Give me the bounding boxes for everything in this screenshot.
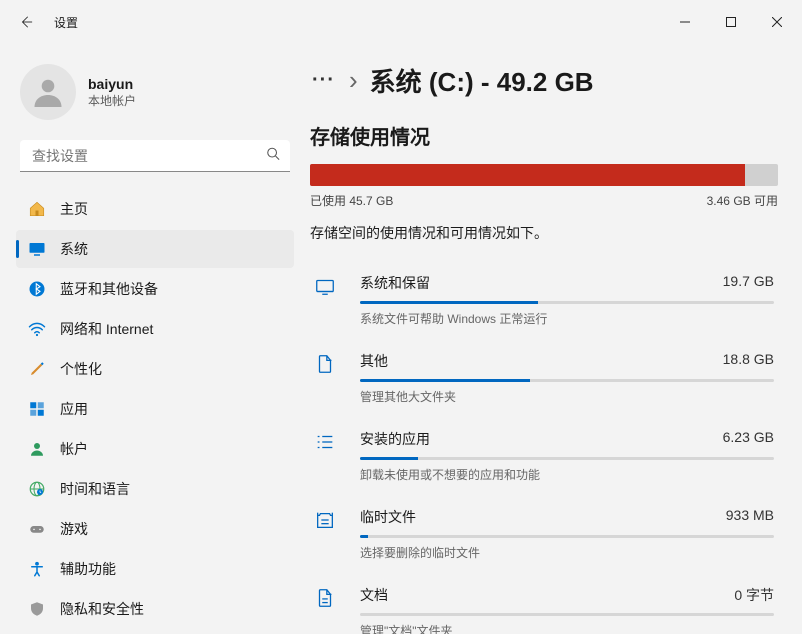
category-list: 系统和保留 19.7 GB 系统文件可帮助 Windows 正常运行其他 18.8 G…: [310, 261, 778, 634]
nav-label: 网络和 Internet: [60, 319, 153, 339]
nav-list: 主页 系统 蓝牙和其他设备 网络和 Internet 个性化 应用: [4, 188, 306, 634]
back-button[interactable]: [6, 2, 46, 42]
category-name: 系统和保留: [360, 273, 430, 293]
sidebar-item-privacy[interactable]: 隐私和安全性: [16, 590, 294, 628]
trash-icon: [314, 507, 342, 561]
close-button[interactable]: [754, 6, 800, 38]
search-icon: [266, 147, 280, 166]
usage-labels: 已使用 45.7 GB 3.46 GB 可用: [310, 192, 778, 209]
storage-category-item[interactable]: 文档 0 字节管理"文档"文件夹: [310, 573, 778, 634]
category-size: 18.8 GB: [723, 351, 774, 371]
category-size: 6.23 GB: [723, 429, 774, 449]
sidebar-item-time-language[interactable]: 时间和语言: [16, 470, 294, 508]
storage-category-item[interactable]: 安装的应用 6.23 GB 卸载未使用或不想要的应用和功能: [310, 417, 778, 495]
storage-category-item[interactable]: 系统和保留 19.7 GB 系统文件可帮助 Windows 正常运行: [310, 261, 778, 339]
category-size: 933 MB: [726, 507, 774, 527]
document-icon: [314, 585, 342, 634]
bluetooth-icon: [28, 280, 46, 298]
sidebar-item-bluetooth[interactable]: 蓝牙和其他设备: [16, 270, 294, 308]
sidebar-item-accounts[interactable]: 帐户: [16, 430, 294, 468]
sidebar-item-network[interactable]: 网络和 Internet: [16, 310, 294, 348]
sidebar-item-personalization[interactable]: 个性化: [16, 350, 294, 388]
nav-label: 隐私和安全性: [60, 599, 144, 619]
category-sub: 卸载未使用或不想要的应用和功能: [360, 466, 774, 483]
nav-label: 应用: [60, 399, 88, 419]
category-name: 临时文件: [360, 507, 416, 527]
nav-label: 辅助功能: [60, 559, 116, 579]
breadcrumb: ··· › 系统 (C:) - 49.2 GB: [310, 62, 778, 99]
system-icon: [28, 240, 46, 258]
gamepad-icon: [28, 520, 46, 538]
breadcrumb-more-button[interactable]: ···: [310, 69, 337, 92]
file-icon: [314, 351, 342, 405]
titlebar: 设置: [0, 0, 802, 44]
maximize-button[interactable]: [708, 6, 754, 38]
accessibility-icon: [28, 560, 46, 578]
sidebar-item-apps[interactable]: 应用: [16, 390, 294, 428]
list-icon: [314, 429, 342, 483]
sidebar: baiyun 本地帐户 主页 系统 蓝牙和其他设备: [0, 44, 310, 634]
sidebar-item-gaming[interactable]: 游戏: [16, 510, 294, 548]
sidebar-item-home[interactable]: 主页: [16, 190, 294, 228]
page-title: 系统 (C:) - 49.2 GB: [370, 62, 594, 99]
storage-usage-fill: [310, 164, 745, 186]
category-name: 文档: [360, 585, 388, 605]
chevron-right-icon: ›: [349, 65, 358, 96]
category-name: 安装的应用: [360, 429, 430, 449]
category-sub: 系统文件可帮助 Windows 正常运行: [360, 310, 774, 327]
search-box: [20, 140, 290, 172]
category-bar: [360, 535, 774, 538]
nav-label: 蓝牙和其他设备: [60, 279, 158, 299]
storage-category-item[interactable]: 其他 18.8 GB 管理其他大文件夹: [310, 339, 778, 417]
brush-icon: [28, 360, 46, 378]
category-size: 19.7 GB: [723, 273, 774, 293]
content-area[interactable]: ··· › 系统 (C:) - 49.2 GB 存储使用情况 已使用 45.7 …: [310, 44, 802, 634]
nav-label: 主页: [60, 199, 88, 219]
apps-icon: [28, 400, 46, 418]
storage-description: 存储空间的使用情况和可用情况如下。: [310, 223, 778, 243]
category-size: 0 字节: [734, 585, 774, 605]
user-name: baiyun: [88, 76, 136, 92]
used-label: 已使用 45.7 GB: [310, 192, 393, 209]
category-bar: [360, 613, 774, 616]
free-label: 3.46 GB 可用: [707, 192, 778, 209]
person-icon: [28, 440, 46, 458]
nav-label: 帐户: [60, 439, 88, 459]
category-sub: 管理其他大文件夹: [360, 388, 774, 405]
category-bar: [360, 379, 774, 382]
category-name: 其他: [360, 351, 388, 371]
nav-label: 游戏: [60, 519, 88, 539]
desktop-icon: [314, 273, 342, 327]
nav-label: 时间和语言: [60, 479, 130, 499]
shield-icon: [28, 600, 46, 618]
avatar: [20, 64, 76, 120]
window-controls: [662, 6, 800, 38]
section-title: 存储使用情况: [310, 121, 778, 150]
window-title: 设置: [54, 14, 662, 31]
nav-label: 系统: [60, 239, 88, 259]
category-bar: [360, 457, 774, 460]
nav-label: 个性化: [60, 359, 102, 379]
sidebar-item-accessibility[interactable]: 辅助功能: [16, 550, 294, 588]
sidebar-item-system[interactable]: 系统: [16, 230, 294, 268]
home-icon: [28, 200, 46, 218]
category-sub: 管理"文档"文件夹: [360, 622, 774, 634]
minimize-button[interactable]: [662, 6, 708, 38]
storage-category-item[interactable]: 临时文件 933 MB 选择要删除的临时文件: [310, 495, 778, 573]
user-account-button[interactable]: baiyun 本地帐户: [4, 56, 306, 132]
category-bar: [360, 301, 774, 304]
search-input[interactable]: [20, 140, 290, 172]
storage-usage-bar: [310, 164, 778, 186]
globe-icon: [28, 480, 46, 498]
category-sub: 选择要删除的临时文件: [360, 544, 774, 561]
user-type: 本地帐户: [88, 92, 136, 109]
wifi-icon: [28, 320, 46, 338]
